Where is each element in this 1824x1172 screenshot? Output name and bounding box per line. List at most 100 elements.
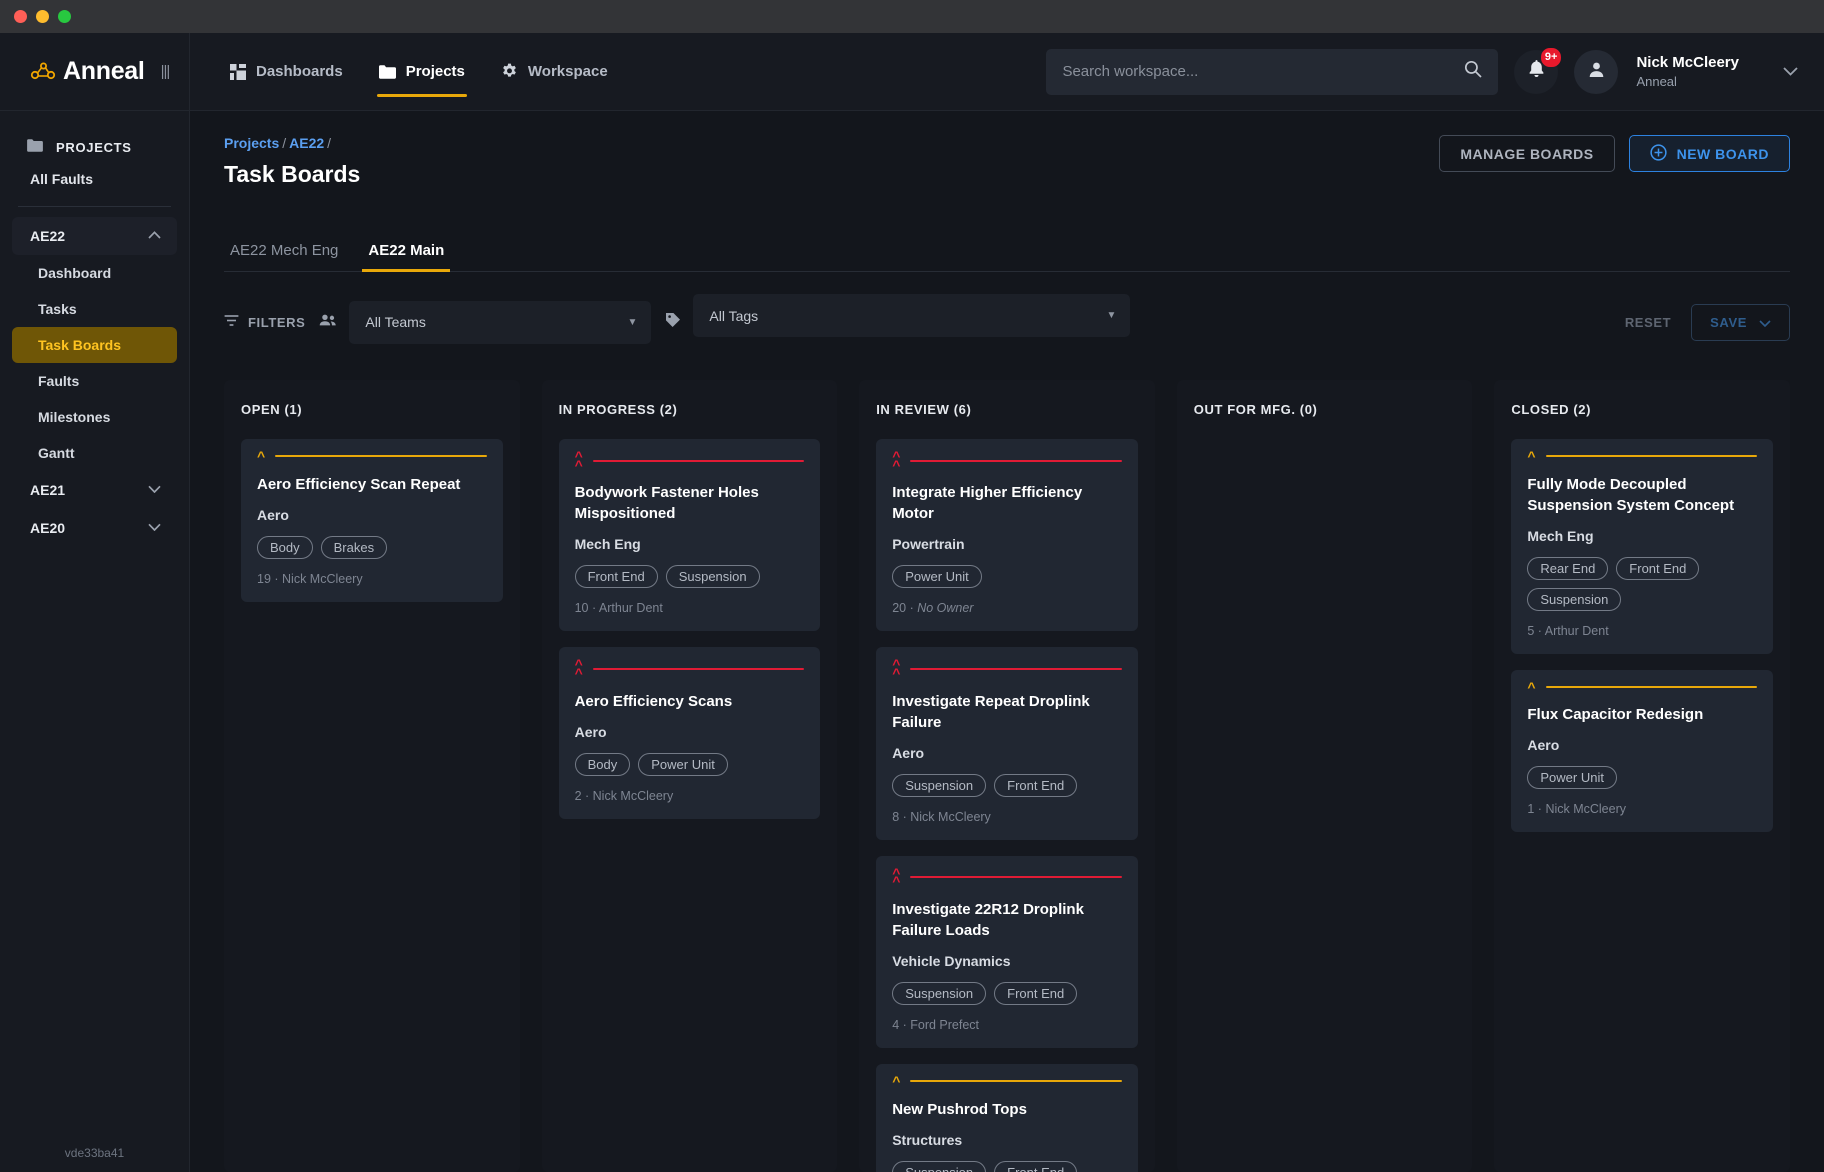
nav-item-dashboards[interactable]: Dashboards [218, 33, 355, 111]
task-card-priority-rule [593, 668, 804, 670]
task-card[interactable]: ^^Bodywork Fastener Holes MispositionedM… [559, 439, 821, 631]
app-logo[interactable]: Anneal [30, 57, 145, 86]
anneal-logo-icon [30, 61, 56, 83]
sidebar-item-tasks[interactable]: Tasks [12, 291, 177, 327]
task-card-tag[interactable]: Brakes [321, 536, 387, 559]
panel-collapse-icon[interactable]: ||| [161, 63, 170, 80]
task-card-tag[interactable]: Suspension [892, 982, 986, 1005]
nav-label-projects: Projects [406, 63, 465, 80]
breadcrumb-ae22[interactable]: AE22 [289, 135, 324, 151]
filter-icon [224, 314, 239, 330]
sidebar-group-label-ae21: AE21 [30, 482, 65, 498]
main-nav: Dashboards Projects Workspace [218, 33, 620, 111]
tags-filter-select[interactable]: All Tags ▼ [693, 294, 1130, 337]
task-card-title: Fully Mode Decoupled Suspension System C… [1527, 474, 1757, 516]
task-card-tag[interactable]: Power Unit [638, 753, 728, 776]
page-header: Projects/AE22/ Task Boards MANAGE BOARDS… [190, 111, 1824, 188]
board-column-title: IN PROGRESS (2) [559, 402, 821, 417]
task-card-tag[interactable]: Body [575, 753, 631, 776]
tab-ae22-mech-eng[interactable]: AE22 Mech Eng [224, 234, 344, 271]
chevron-down-icon [148, 522, 161, 534]
plus-circle-icon [1650, 144, 1667, 164]
task-card-id: 10 [575, 601, 589, 615]
task-card-tag[interactable]: Power Unit [892, 565, 982, 588]
main-content: Projects/AE22/ Task Boards MANAGE BOARDS… [190, 111, 1824, 1172]
search-input[interactable] [1062, 63, 1464, 80]
sidebar-item-gantt[interactable]: Gantt [12, 435, 177, 471]
save-filters-button[interactable]: SAVE [1691, 304, 1790, 341]
notifications-button[interactable]: 9+ [1514, 50, 1558, 94]
task-card-tag[interactable]: Body [257, 536, 313, 559]
sidebar-group-ae22[interactable]: AE22 [12, 217, 177, 255]
sidebar-item-milestones[interactable]: Milestones [12, 399, 177, 435]
nav-item-projects[interactable]: Projects [367, 33, 477, 111]
task-card-id: 20 [892, 601, 906, 615]
sidebar-group-ae20[interactable]: AE20 [12, 509, 177, 547]
task-card-tag[interactable]: Front End [994, 774, 1077, 797]
task-card-meta: 19 · Nick McCleery [257, 572, 487, 586]
task-card-tag[interactable]: Front End [1616, 557, 1699, 580]
manage-boards-label: MANAGE BOARDS [1460, 146, 1593, 162]
priority-high-chevron-icon: ^^ [892, 869, 900, 886]
board-column-title: OUT FOR MFG. (0) [1194, 402, 1456, 417]
task-card-owner: Nick McCleery [1545, 802, 1626, 816]
task-card[interactable]: ^Aero Efficiency Scan RepeatAeroBodyBrak… [241, 439, 503, 602]
sidebar: PROJECTS All Faults AE22 Dashboard Tasks… [0, 111, 190, 1172]
task-card[interactable]: ^^Investigate Repeat Droplink FailureAer… [876, 647, 1138, 839]
task-card-tag[interactable]: Suspension [892, 774, 986, 797]
user-info[interactable]: Nick McCleery Anneal [1636, 53, 1739, 91]
window-minimize-button[interactable] [36, 10, 49, 23]
search-icon[interactable] [1464, 60, 1482, 83]
task-card-priority-rule [910, 668, 1121, 670]
workspace-search[interactable] [1046, 49, 1498, 95]
nav-item-workspace[interactable]: Workspace [489, 33, 620, 111]
sidebar-item-dashboard[interactable]: Dashboard [12, 255, 177, 291]
task-card-id: 2 [575, 789, 582, 803]
task-card-tags: Body Brakes [257, 536, 487, 559]
task-card-header: ^^ [892, 869, 1122, 886]
teams-filter-select[interactable]: All Teams ▼ [349, 301, 651, 344]
avatar[interactable] [1574, 50, 1618, 94]
priority-high-chevron-icon: ^^ [892, 660, 900, 677]
task-card-tag[interactable]: Front End [575, 565, 658, 588]
task-card-tag[interactable]: Rear End [1527, 557, 1608, 580]
task-card[interactable]: ^^Aero Efficiency ScansAeroBodyPower Uni… [559, 647, 821, 818]
breadcrumb-projects[interactable]: Projects [224, 135, 279, 151]
task-card-tag[interactable]: Suspension [1527, 588, 1621, 611]
tags-filter-value: All Tags [709, 308, 758, 324]
brand-area: Anneal ||| [0, 33, 190, 111]
task-card-priority-rule [275, 455, 486, 457]
chevron-down-icon[interactable] [1783, 63, 1798, 81]
task-card-tag[interactable]: Front End [994, 982, 1077, 1005]
sidebar-item-task-boards[interactable]: Task Boards [12, 327, 177, 363]
task-card[interactable]: ^New Pushrod TopsStructuresSuspensionFro… [876, 1064, 1138, 1172]
priority-normal-chevron-icon: ^ [1527, 452, 1535, 461]
task-card-meta: 20 · No Owner [892, 601, 1122, 615]
board-column-cards: ^Aero Efficiency Scan RepeatAeroBodyBrak… [241, 439, 503, 602]
task-card-tag[interactable]: Front End [994, 1161, 1077, 1172]
sidebar-item-faults[interactable]: Faults [12, 363, 177, 399]
task-card[interactable]: ^^Investigate 22R12 Droplink Failure Loa… [876, 856, 1138, 1048]
board-column-cards: ^^Integrate Higher Efficiency MotorPower… [876, 439, 1138, 1172]
task-card-tag[interactable]: Suspension [892, 1161, 986, 1172]
tab-ae22-main[interactable]: AE22 Main [362, 234, 450, 271]
task-card-tag[interactable]: Power Unit [1527, 766, 1617, 789]
window-close-button[interactable] [14, 10, 27, 23]
reset-filters-button[interactable]: RESET [1625, 315, 1671, 330]
task-card[interactable]: ^ Fully Mode Decoupled Suspension System … [1511, 439, 1773, 654]
task-card-meta: 1 · Nick McCleery [1527, 802, 1757, 816]
task-card[interactable]: ^^Integrate Higher Efficiency MotorPower… [876, 439, 1138, 631]
task-card-tags: Power Unit [1527, 766, 1757, 789]
task-card-tags: Power Unit [892, 565, 1122, 588]
sidebar-group-ae21[interactable]: AE21 [12, 471, 177, 509]
sidebar-item-all-faults[interactable]: All Faults [12, 161, 177, 197]
window-maximize-button[interactable] [58, 10, 71, 23]
board-column: OPEN (1)^Aero Efficiency Scan RepeatAero… [224, 380, 520, 1172]
task-card-team: Powertrain [892, 536, 1122, 552]
task-card[interactable]: ^Flux Capacitor RedesignAeroPower Unit1 … [1511, 670, 1773, 833]
task-card-meta-separator: · [1534, 802, 1545, 816]
tags-filter-group: All Tags ▼ [665, 294, 1130, 350]
task-card-tag[interactable]: Suspension [666, 565, 760, 588]
manage-boards-button[interactable]: MANAGE BOARDS [1439, 135, 1614, 172]
new-board-button[interactable]: NEW BOARD [1629, 135, 1790, 172]
